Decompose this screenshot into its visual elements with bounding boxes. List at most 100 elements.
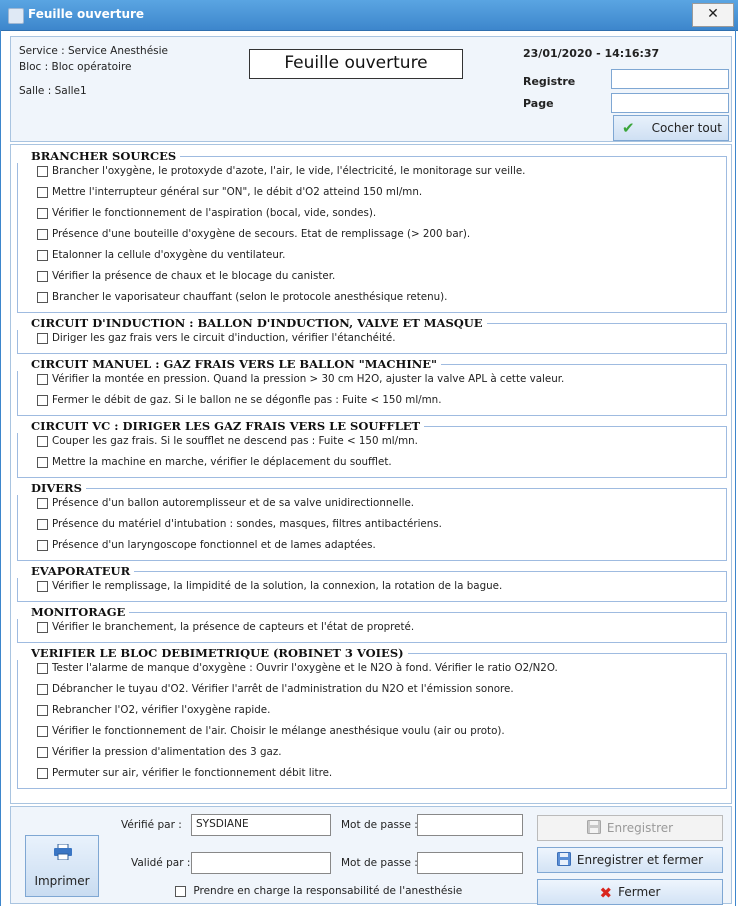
checklist-checkbox[interactable]: [37, 435, 48, 447]
save-button[interactable]: Enregistrer: [537, 815, 723, 841]
checklist-item[interactable]: Etalonner la cellule d'oxygène du ventil…: [37, 249, 285, 267]
checklist-item[interactable]: Vérifier le fonctionnement de l'air. Cho…: [37, 725, 505, 743]
registre-input[interactable]: [611, 69, 729, 89]
checklist-checkbox[interactable]: [37, 621, 48, 633]
checklist-checkbox[interactable]: [37, 725, 48, 737]
password-input-1[interactable]: [417, 814, 523, 836]
checklist-checkbox[interactable]: [37, 704, 48, 716]
password-input-2[interactable]: [417, 852, 523, 874]
checklist-checkbox[interactable]: [37, 518, 48, 530]
section-title: CIRCUIT D'INDUCTION : BALLON D'INDUCTION…: [17, 316, 487, 330]
checklist-item[interactable]: Débrancher le tuyau d'O2. Vérifier l'arr…: [37, 683, 514, 701]
header-panel: Service : Service Anesthésie Bloc : Bloc…: [10, 36, 732, 142]
checklist-item-label: Vérifier la pression d'alimentation des …: [52, 746, 282, 758]
print-button[interactable]: Imprimer: [25, 835, 99, 897]
app-icon: [8, 8, 24, 24]
datetime-text: 23/01/2020 - 14:16:37: [523, 47, 660, 60]
validated-by-label: Validé par :: [131, 857, 191, 869]
floppy-disk-icon: [586, 820, 601, 834]
checkmark-icon: ✔: [622, 119, 635, 137]
checklist-checkbox[interactable]: [37, 767, 48, 779]
checklist-item[interactable]: Mettre la machine en marche, vérifier le…: [37, 456, 392, 474]
close-label: Fermer: [618, 885, 661, 899]
checklist-item[interactable]: Présence d'un laryngoscope fonctionnel e…: [37, 539, 376, 557]
registre-label: Registre: [523, 75, 576, 88]
password-label-1: Mot de passe :: [341, 819, 418, 831]
checklist-item-label: Vérifier le remplissage, la limpidité de…: [52, 580, 503, 592]
checklist-item-label: Vérifier le fonctionnement de l'aspirati…: [52, 207, 377, 219]
checklist-item[interactable]: Fermer le débit de gaz. Si le ballon ne …: [37, 394, 441, 412]
checklist-checkbox[interactable]: [37, 332, 48, 344]
checklist-item[interactable]: Vérifier la pression d'alimentation des …: [37, 746, 282, 764]
section-title: BRANCHER SOURCES: [17, 149, 181, 163]
accept-responsibility[interactable]: Prendre en charge la responsabilité de l…: [175, 885, 462, 897]
bloc-text: Bloc : Bloc opératoire: [19, 61, 132, 73]
save-and-close-button[interactable]: Enregistrer et fermer: [537, 847, 723, 873]
checklist-item[interactable]: Présence d'un ballon autoremplisseur et …: [37, 497, 414, 515]
checklist-item[interactable]: Présence du matériel d'intubation : sond…: [37, 518, 442, 536]
checklist-item[interactable]: Vérifier le branchement, la présence de …: [37, 621, 414, 639]
checklist-item[interactable]: Vérifier le remplissage, la limpidité de…: [37, 580, 502, 598]
section-divider: [17, 488, 727, 489]
section-header: CIRCUIT D'INDUCTION : BALLON D'INDUCTION…: [17, 316, 727, 330]
save-and-close-label: Enregistrer et fermer: [576, 853, 704, 867]
checklist-checkbox[interactable]: [37, 186, 48, 198]
check-all-button[interactable]: ✔ Cocher tout: [613, 115, 729, 141]
checklist-item[interactable]: Couper les gaz frais. Si le soufflet ne …: [37, 435, 418, 453]
checklist-checkbox[interactable]: [37, 291, 48, 303]
checklist-checkbox[interactable]: [37, 746, 48, 758]
checklist-item[interactable]: Brancher le vaporisateur chauffant (selo…: [37, 291, 447, 309]
section-title: DIVERS: [17, 481, 86, 495]
checklist-checkbox[interactable]: [37, 394, 48, 406]
section-header: EVAPORATEUR: [17, 564, 727, 578]
checklist-checkbox[interactable]: [37, 456, 48, 468]
checklist-item[interactable]: Tester l'alarme de manque d'oxygène : Ou…: [37, 662, 558, 680]
checklist-checkbox[interactable]: [37, 228, 48, 240]
validated-by-input[interactable]: [191, 852, 331, 874]
page-input[interactable]: [611, 93, 729, 113]
verified-by-label: Vérifié par :: [121, 819, 182, 831]
close-window-button[interactable]: ✕: [692, 3, 734, 27]
print-label: Imprimer: [34, 874, 90, 888]
page-label: Page: [523, 97, 554, 110]
document-title: Feuille ouverture: [249, 49, 463, 79]
checklist-checkbox[interactable]: [37, 207, 48, 219]
close-button[interactable]: ✖ Fermer: [537, 879, 723, 905]
checklist-checkbox[interactable]: [37, 373, 48, 385]
checklist-panel: BRANCHER SOURCES Brancher l'oxygène, le p…: [10, 144, 732, 804]
checklist-checkbox[interactable]: [37, 683, 48, 695]
checklist-checkbox[interactable]: [37, 249, 48, 261]
section-title: VERIFIER LE BLOC DEBIMETRIQUE (ROBINET 3…: [17, 646, 408, 660]
checklist-item-label: Tester l'alarme de manque d'oxygène : Ou…: [52, 662, 558, 674]
accept-responsibility-label: Prendre en charge la responsabilité de l…: [193, 885, 463, 897]
check-all-label: Cocher tout: [651, 121, 722, 135]
checklist-checkbox[interactable]: [37, 270, 48, 282]
verified-by-input[interactable]: SYSDIANE: [191, 814, 331, 836]
checklist-checkbox[interactable]: [37, 539, 48, 551]
checklist-item-label: Vérifier le branchement, la présence de …: [52, 621, 415, 633]
checklist-checkbox[interactable]: [37, 497, 48, 509]
checklist-item[interactable]: Vérifier le fonctionnement de l'aspirati…: [37, 207, 376, 225]
checklist-item[interactable]: Permuter sur air, vérifier le fonctionne…: [37, 767, 332, 785]
checklist-item-label: Présence d'un laryngoscope fonctionnel e…: [52, 539, 376, 551]
section-header: BRANCHER SOURCES: [17, 149, 727, 163]
checklist-item[interactable]: Mettre l'interrupteur général sur "ON", …: [37, 186, 422, 204]
checklist-item[interactable]: Vérifier la montée en pression. Quand la…: [37, 373, 564, 391]
section-title: MONITORAGE: [17, 605, 130, 619]
checklist-item[interactable]: Brancher l'oxygène, le protoxyde d'azote…: [37, 165, 525, 183]
checklist-checkbox[interactable]: [37, 165, 48, 177]
checklist-item[interactable]: Vérifier la présence de chaux et le bloc…: [37, 270, 335, 288]
checklist-checkbox[interactable]: [37, 662, 48, 674]
title-bar: Feuille ouverture ✕: [0, 0, 738, 31]
checklist-item[interactable]: Rebrancher l'O2, vérifier l'oxygène rapi…: [37, 704, 270, 722]
checklist-item-label: Couper les gaz frais. Si le soufflet ne …: [52, 435, 418, 447]
accept-responsibility-checkbox[interactable]: [175, 885, 186, 897]
section-title: EVAPORATEUR: [17, 564, 135, 578]
section-header: MONITORAGE: [17, 605, 727, 619]
floppy-disk-icon: [556, 852, 571, 866]
checklist-item-label: Mettre l'interrupteur général sur "ON", …: [52, 186, 423, 198]
checklist-item[interactable]: Diriger les gaz frais vers le circuit d'…: [37, 332, 395, 350]
checklist-item-label: Vérifier la présence de chaux et le bloc…: [52, 270, 336, 282]
checklist-item[interactable]: Présence d'une bouteille d'oxygène de se…: [37, 228, 470, 246]
checklist-checkbox[interactable]: [37, 580, 48, 592]
